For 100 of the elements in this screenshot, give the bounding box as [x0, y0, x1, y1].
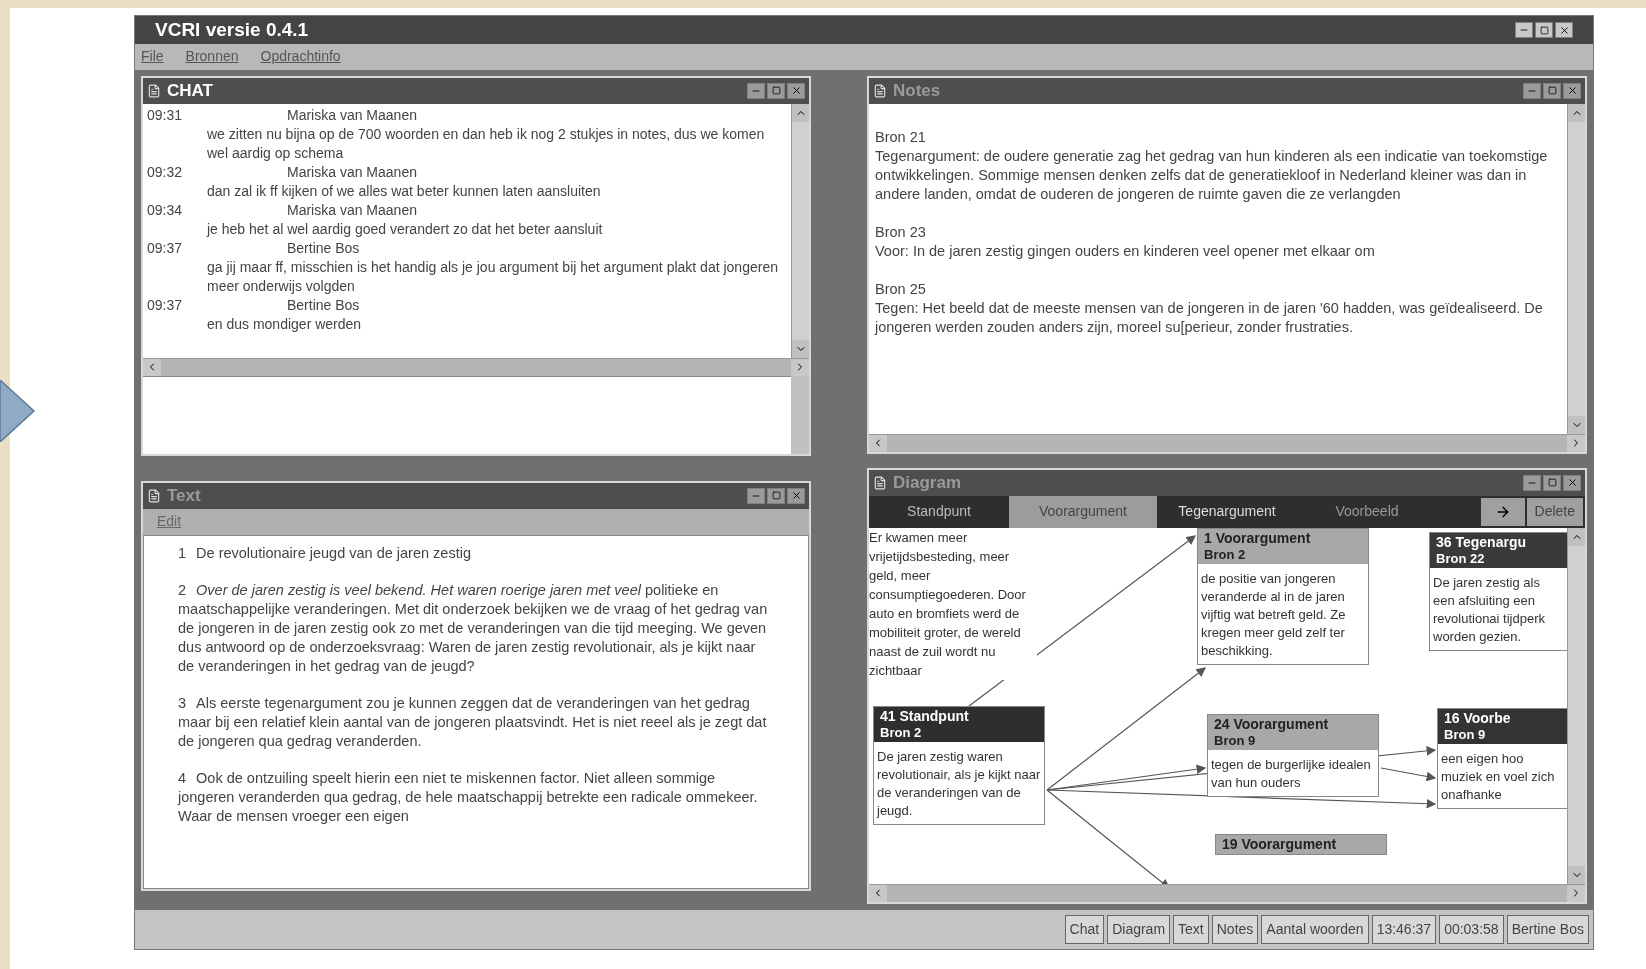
message-text: we zitten nu bijna op de 700 woorden en dan heb ik nog 2 stukjes in notes, dus we komen wel aardig op schema	[206, 124, 766, 163]
window-title: CHAT	[167, 79, 214, 102]
minimize-button[interactable]	[1523, 82, 1541, 99]
scroll-right-button[interactable]	[791, 358, 809, 376]
status-item: Text	[1173, 914, 1209, 944]
close-button[interactable]	[1563, 82, 1581, 99]
window-title: Notes	[893, 79, 942, 102]
node-text: een eigen hoo muziek en voel zich onafhanke	[1440, 749, 1556, 804]
node-source: Bron 2	[880, 724, 923, 741]
connect-arrow-button[interactable]	[1480, 497, 1525, 526]
note-source: Bron 23	[875, 222, 927, 242]
close-button[interactable]	[1563, 474, 1581, 491]
diagram-node[interactable]: 19 Voorargument	[1215, 833, 1387, 855]
maximize-button[interactable]	[767, 82, 785, 99]
message-author: Mariska van Maanen	[287, 105, 417, 125]
node-title: 1 Voorargument	[1204, 529, 1312, 547]
maximize-button[interactable]	[767, 487, 785, 504]
status-item: Notes	[1211, 914, 1259, 944]
note-text: Tegenargument: de oudere generatie zag het gedrag van hun kinderen als een indicatie van toekomstige ontwikkelingen. Sommige mensen denken zelfs dat de generatiekloof in Nederland kleiner was dan in andere landen, omdat de ouderen de jongeren de ruimte gaven die ze verlangden	[875, 146, 1549, 204]
status-item: Aantal woorden	[1261, 914, 1369, 944]
node-source: Bron 2	[1204, 546, 1247, 563]
node-title: 41 Standpunt	[880, 707, 970, 725]
node-title: 36 Tegenargu	[1436, 533, 1527, 551]
diagram-canvas[interactable]	[869, 527, 1567, 884]
vertical-scrollbar[interactable]	[1567, 103, 1585, 434]
node-text: De jaren zestig als een afsluiting een revolutionai tijdperk worden gezien.	[1432, 573, 1546, 646]
diagram-node[interactable]: 1 Voorargument Bron 2 de positie van jongeren veranderde al in de jaren vijftig wat betreft geld. Ze kregen meer geld zelf ter beschikking.	[1197, 527, 1369, 665]
minimize-button[interactable]	[1523, 474, 1541, 491]
scroll-down-button[interactable]	[1568, 865, 1585, 884]
diagram-node[interactable]: 24 Voorargument Bron 9 tegen de burgerlijke idealen van hun ouders	[1207, 713, 1379, 797]
message-time: 09:31	[147, 105, 184, 125]
triangle-arrow-icon[interactable]	[0, 380, 36, 442]
close-icon	[1566, 477, 1578, 489]
window-icon	[147, 83, 161, 98]
status-item: Bertine Bos	[1506, 914, 1589, 944]
window-icon	[873, 475, 887, 490]
status-item: Chat	[1064, 914, 1105, 944]
menu-item[interactable]: Opdrachtinfo	[260, 46, 341, 68]
minimize-button[interactable]	[747, 82, 765, 99]
menu-item[interactable]: Bronnen	[185, 46, 239, 68]
close-button[interactable]	[1555, 22, 1573, 38]
message-author: Mariska van Maanen	[287, 162, 417, 182]
menu-item[interactable]: File	[141, 46, 164, 68]
status-item: 00:03:58	[1439, 914, 1504, 944]
minimize-button[interactable]	[747, 487, 765, 504]
window-title: Text	[167, 484, 202, 507]
close-icon	[790, 490, 802, 502]
scroll-down-button[interactable]	[792, 339, 809, 358]
message-author: Bertine Bos	[287, 238, 360, 258]
node-source: Bron 22	[1436, 550, 1486, 567]
diagram-node[interactable]: 16 Voorbe Bron 9 een eigen hoo muziek en voel zich onafhanke	[1437, 707, 1567, 809]
status-item: 13:46:37	[1371, 914, 1437, 944]
node-text: tegen de burgerlijke idealen van hun ouders	[1210, 755, 1372, 792]
maximize-icon	[1547, 86, 1557, 96]
node-source: Bron 9	[1214, 732, 1257, 749]
paragraph: 1 De revolutionaire jeugd van de jaren zestig	[178, 543, 472, 563]
node-source: Bron 9	[1444, 726, 1487, 743]
paragraph: 4 Ook de ontzuiling speelt hierin een niet te miskennen factor. Niet alleen sommige jongeren veranderden qua gedrag, de hele maatschappij betrekte een radicale ommekeer. Waar de mensen vroeger een eigen	[178, 768, 759, 826]
maximize-button[interactable]	[1543, 82, 1561, 99]
scroll-down-button[interactable]	[1568, 415, 1585, 434]
status-item: Diagram	[1107, 914, 1171, 944]
node-type-tab[interactable]: Voorargument	[1009, 495, 1157, 528]
note-source: Bron 25	[875, 279, 927, 299]
close-button[interactable]	[787, 82, 805, 99]
message-text: ga jij maar ff, misschien is het handig als je jou argument bij het argument plakt dat jongeren meer onderwijs volgden	[206, 257, 779, 296]
delete-button[interactable]: Delete	[1526, 497, 1583, 526]
window-icon	[147, 488, 161, 503]
maximize-icon	[771, 491, 781, 501]
paragraph: 2 Over de jaren zestig is veel bekend. Het waren roerige jaren met veel politieke en maatschappelijke veranderingen. Met dit onderzoek bekijken we de vraag of het gedrag van de jongeren in de jaren zestig ook zo met de veranderingen van die tijd meeging. We geven dus antwoord op de onderzoeksvraag: Waren de jaren zestig revolutionair, als je kijkt naar de veranderingen in het gedrag van de jeugd?	[178, 580, 769, 676]
scroll-left-button[interactable]	[869, 434, 887, 452]
maximize-icon	[1547, 478, 1557, 488]
close-icon	[1558, 24, 1570, 36]
paragraph: 3 Als eerste tegenargument zou je kunnen zeggen dat de veranderingen van het gedrag maar bij een relatief klein aantal van de jongeren plaatsvindt. Het is niet reeel als je zegt dat de jongeren qua gedrag veranderden.	[178, 693, 768, 751]
vertical-scrollbar[interactable]	[1567, 527, 1585, 884]
diagram-node[interactable]: 36 Tegenargu Bron 22 De jaren zestig als een afsluiting een revolutionai tijdperk worden gezien.	[1429, 531, 1567, 651]
message-time: 09:32	[147, 162, 184, 182]
window-icon	[873, 83, 887, 98]
maximize-button[interactable]	[1543, 474, 1561, 491]
node-text: de positie van jongeren veranderde al in de jaren vijftig wat betreft geld. Ze kregen meer geld zelf ter beschikking.	[1200, 569, 1347, 660]
vertical-scrollbar[interactable]	[791, 103, 809, 358]
diagram-node[interactable]: 41 Standpunt Bron 2 De jaren zestig waren revolutionair, als je kijkt naar de veranderingen van de jeugd.	[873, 705, 1045, 825]
scroll-left-button[interactable]	[143, 358, 161, 376]
node-title: 16 Voorbe	[1444, 709, 1512, 727]
scroll-right-button[interactable]	[1567, 434, 1585, 452]
minimize-button[interactable]	[1515, 22, 1533, 38]
note-source: Bron 21	[875, 127, 927, 147]
window-title: Diagram	[893, 471, 963, 494]
node-title: 24 Voorargument	[1214, 715, 1330, 733]
app-title: VCRI versie 0.4.1	[155, 17, 310, 42]
maximize-icon	[771, 86, 781, 96]
close-button[interactable]	[787, 487, 805, 504]
maximize-icon	[1539, 25, 1549, 35]
close-icon	[790, 85, 802, 97]
node-text: De jaren zestig waren revolutionair, als je kijkt naar de veranderingen van de jeugd.	[875, 747, 1042, 820]
scroll-left-button[interactable]	[869, 884, 887, 902]
scroll-right-button[interactable]	[1567, 884, 1585, 902]
note-text: Voor: In de jaren zestig gingen ouders en kinderen veel opener met elkaar om	[875, 241, 1376, 261]
message-author: Bertine Bos	[287, 295, 360, 315]
message-time: 09:34	[147, 200, 184, 220]
chat-input-field[interactable]	[143, 375, 791, 454]
